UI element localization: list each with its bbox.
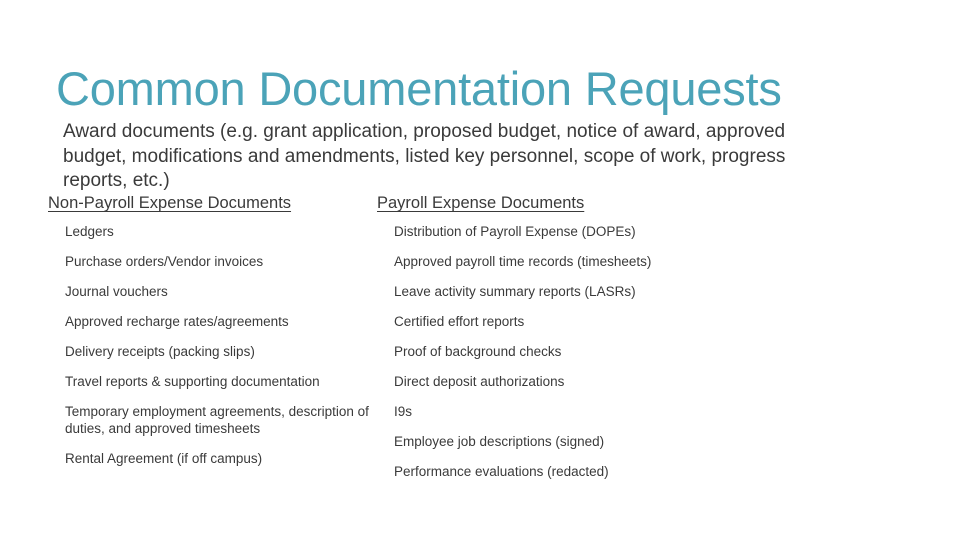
list-item: I9s xyxy=(394,404,413,419)
list-item: Certified effort reports xyxy=(394,314,525,329)
list-item: Distribution of Payroll Expense (DOPEs) xyxy=(394,224,636,239)
subtitle-paragraph: Award documents (e.g. grant application,… xyxy=(63,121,786,191)
list-item: Approved recharge rates/agreements xyxy=(65,314,289,329)
list-item: Performance evaluations (redacted) xyxy=(394,464,609,479)
list-item: Rental Agreement (if off campus) xyxy=(65,450,263,466)
slide-canvas: Common Documentation Requests Award docu… xyxy=(0,0,960,540)
list-item: Ledgers xyxy=(65,224,114,239)
subtitle-block: Award documents (e.g. grant application,… xyxy=(63,120,853,194)
list-item: Temporary employment agreements, descrip… xyxy=(65,404,369,436)
column-header-payroll: Payroll Expense Documents xyxy=(377,194,585,212)
column-non-payroll: Non-Payroll Expense Documents Ledgers Pur… xyxy=(48,193,378,481)
column-header-non-payroll: Non-Payroll Expense Documents xyxy=(48,194,292,212)
list-non-payroll-documents: Ledgers Purchase orders/Vendor invoices Jo… xyxy=(65,224,378,467)
list-item: Proof of background checks xyxy=(394,344,562,359)
list-payroll-documents: Distribution of Payroll Expense (DOPEs) A… xyxy=(394,224,707,481)
list-item: Travel reports & supporting documentatio… xyxy=(65,374,320,389)
list-item: Purchase orders/Vendor invoices xyxy=(65,254,264,269)
page-title: Common Documentation Requests xyxy=(56,62,782,115)
list-item: Direct deposit authorizations xyxy=(394,374,565,389)
title-block: Common Documentation Requests xyxy=(56,62,916,116)
column-payroll: Payroll Expense Documents Distribution o… xyxy=(377,193,707,494)
list-item: Delivery receipts (packing slips) xyxy=(65,344,255,359)
list-item: Employee job descriptions (signed) xyxy=(394,434,605,449)
list-item: Approved payroll time records (timesheet… xyxy=(394,254,652,269)
list-item: Leave activity summary reports (LASRs) xyxy=(394,284,636,299)
list-item: Journal vouchers xyxy=(65,284,168,299)
